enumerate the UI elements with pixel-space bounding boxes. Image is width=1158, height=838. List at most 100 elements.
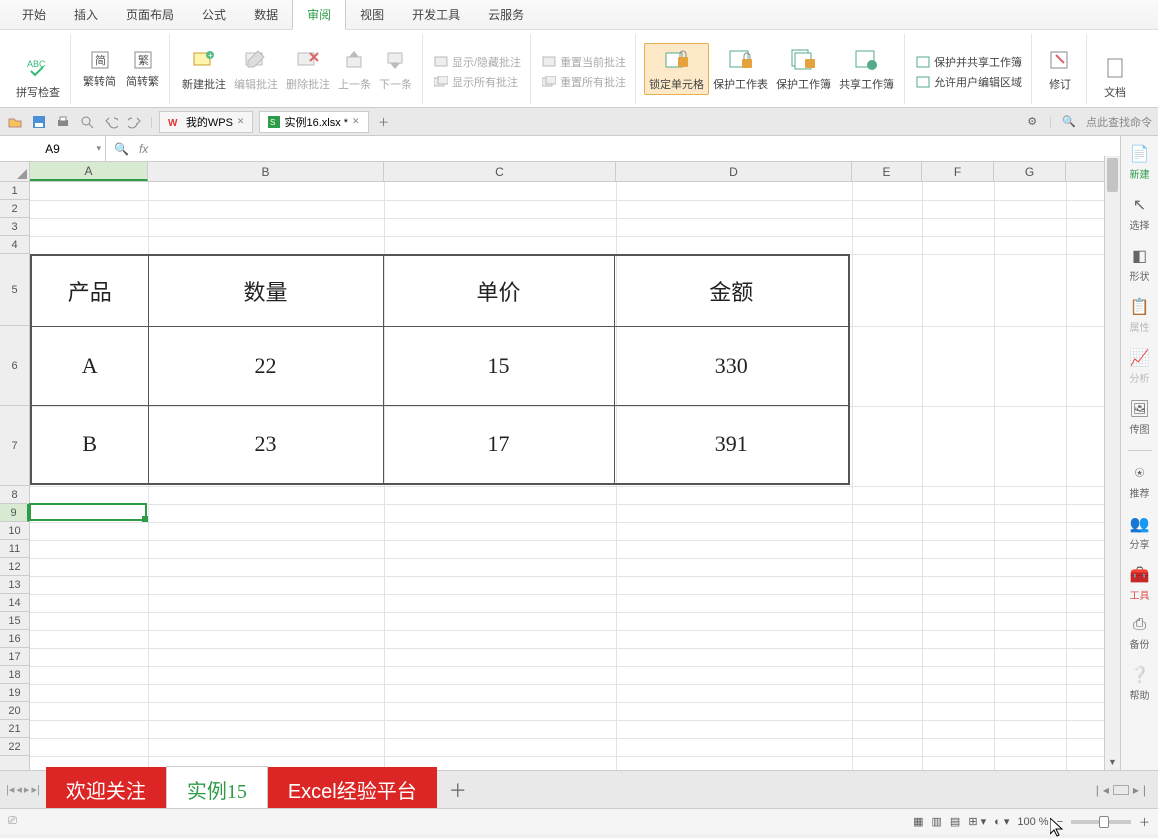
row-header-8[interactable]: 8 <box>0 486 29 504</box>
formula-input[interactable] <box>156 136 1158 161</box>
show-all-comment-button[interactable]: 显示所有批注 <box>431 73 524 91</box>
redo-icon[interactable] <box>126 113 144 131</box>
menu-formula[interactable]: 公式 <box>188 0 240 29</box>
col-header-G[interactable]: G <box>994 162 1066 181</box>
cells-area[interactable]: 产品数量单价金额A2215330B2317391 <box>30 182 1158 816</box>
menu-dev[interactable]: 开发工具 <box>398 0 474 29</box>
side-analyze[interactable]: 📈分析 <box>1130 348 1150 385</box>
row-header-21[interactable]: 21 <box>0 720 29 738</box>
col-header-C[interactable]: C <box>384 162 616 181</box>
hscroll-thumb[interactable] <box>1113 785 1129 795</box>
row-header-11[interactable]: 11 <box>0 540 29 558</box>
share-book-button[interactable]: 共享工作簿 <box>835 44 898 94</box>
row-header-18[interactable]: 18 <box>0 666 29 684</box>
side-backup[interactable]: ⎙备份 <box>1130 616 1150 651</box>
row-header-19[interactable]: 19 <box>0 684 29 702</box>
menu-cloud[interactable]: 云服务 <box>474 0 538 29</box>
close-file-icon[interactable]: ✕ <box>352 116 360 127</box>
preview-icon[interactable] <box>78 113 96 131</box>
chevron-down-icon[interactable]: ▾ <box>96 143 101 154</box>
show-hide-comment-button[interactable]: 显示/隐藏批注 <box>431 53 524 71</box>
col-header-D[interactable]: D <box>616 162 852 181</box>
protect-book-button[interactable]: 保护工作簿 <box>772 44 835 94</box>
table-cell[interactable]: 330 <box>614 326 849 405</box>
hscroll-next-icon[interactable]: ▸ <box>1133 783 1139 797</box>
next-comment-button[interactable]: 下一条 <box>375 44 416 94</box>
view-break-icon[interactable]: ▤ <box>950 815 960 828</box>
search-fx-icon[interactable]: 🔍 <box>114 142 129 156</box>
table-cell[interactable]: 22 <box>148 326 383 405</box>
fx-label[interactable]: fx <box>139 142 148 156</box>
row-header-2[interactable]: 2 <box>0 200 29 218</box>
row-header-20[interactable]: 20 <box>0 702 29 720</box>
side-tool[interactable]: 🧰工具 <box>1130 565 1150 602</box>
row-header-14[interactable]: 14 <box>0 594 29 612</box>
delete-comment-button[interactable]: 删除批注 <box>282 44 334 94</box>
protect-share-button[interactable]: 保护并共享工作簿 <box>913 53 1025 71</box>
add-sheet-icon[interactable]: ＋ <box>437 777 479 803</box>
sheet-tab-welcome[interactable]: 欢迎关注 <box>46 767 166 812</box>
allow-edit-button[interactable]: 允许用户编辑区域 <box>913 73 1025 91</box>
save-icon[interactable] <box>30 113 48 131</box>
table-header-cell[interactable]: 金额 <box>614 255 849 326</box>
lock-cell-button[interactable]: 锁定单元格 <box>644 43 709 95</box>
col-header-E[interactable]: E <box>852 162 922 181</box>
menu-start[interactable]: 开始 <box>8 0 60 29</box>
close-icon[interactable]: ✕ <box>237 116 245 127</box>
zoom-in-icon[interactable]: ＋ <box>1139 814 1150 830</box>
file-tab[interactable]: S 实例16.xlsx * ✕ <box>259 111 368 133</box>
new-comment-button[interactable]: + 新建批注 <box>178 44 230 94</box>
side-new[interactable]: 📄新建 <box>1130 144 1150 181</box>
table-cell[interactable]: 17 <box>383 405 614 484</box>
hscroll-first-icon[interactable]: | <box>1096 783 1099 797</box>
table-header-cell[interactable]: 产品 <box>31 255 148 326</box>
scroll-thumb[interactable] <box>1107 158 1118 192</box>
row-header-15[interactable]: 15 <box>0 612 29 630</box>
row-header-4[interactable]: 4 <box>0 236 29 254</box>
sheet-tab-experience[interactable]: Excel经验平台 <box>268 767 437 812</box>
zoom-slider[interactable] <box>1071 820 1131 824</box>
row-header-9[interactable]: 9 <box>0 504 29 522</box>
zoom-out-icon[interactable]: − <box>1057 816 1063 828</box>
row-header-10[interactable]: 10 <box>0 522 29 540</box>
search-hint[interactable]: 点此查找命令 <box>1086 114 1152 130</box>
mywps-tab[interactable]: W 我的WPS ✕ <box>159 111 254 133</box>
table-cell[interactable]: B <box>31 405 148 484</box>
hscroll-prev-icon[interactable]: ◂ <box>1103 783 1109 797</box>
row-header-7[interactable]: 7 <box>0 406 29 486</box>
add-tab-icon[interactable]: ＋ <box>375 113 393 131</box>
doc-button[interactable]: 文档 <box>1095 52 1135 102</box>
spellcheck-button[interactable]: ABC 拼写检查 <box>12 52 64 102</box>
row-header-5[interactable]: 5 <box>0 254 29 326</box>
table-header-cell[interactable]: 单价 <box>383 255 614 326</box>
reset-all-button[interactable]: 重置所有批注 <box>539 73 629 91</box>
side-chart[interactable]: 🖼传图 <box>1129 399 1149 436</box>
print-icon[interactable] <box>54 113 72 131</box>
row-header-17[interactable]: 17 <box>0 648 29 666</box>
track-changes-button[interactable]: 修订 <box>1040 44 1080 94</box>
side-recommend[interactable]: ⍟推荐 <box>1130 465 1150 500</box>
side-shape[interactable]: ◧形状 <box>1130 246 1150 283</box>
table-cell[interactable]: 23 <box>148 405 383 484</box>
sheet-next-icon[interactable]: ▸ <box>24 783 30 796</box>
simp-to-trad-button[interactable]: 繁 简转繁 <box>122 47 163 91</box>
data-table[interactable]: 产品数量单价金额A2215330B2317391 <box>30 254 850 485</box>
search-icon[interactable]: 🔍 <box>1060 113 1078 131</box>
menu-view[interactable]: 视图 <box>346 0 398 29</box>
vertical-scrollbar[interactable]: ▲ ▼ <box>1104 156 1120 770</box>
reset-current-button[interactable]: 重置当前批注 <box>539 53 629 71</box>
row-header-13[interactable]: 13 <box>0 576 29 594</box>
col-header-F[interactable]: F <box>922 162 994 181</box>
name-box[interactable]: A9 ▾ <box>0 136 106 161</box>
menu-layout[interactable]: 页面布局 <box>112 0 188 29</box>
trad-to-simp-button[interactable]: 简 繁转简 <box>79 47 120 91</box>
protect-sheet-button[interactable]: 保护工作表 <box>709 44 772 94</box>
record-icon[interactable]: ⎚ <box>8 815 17 828</box>
row-header-1[interactable]: 1 <box>0 182 29 200</box>
select-all-corner[interactable] <box>0 162 30 182</box>
sheet-prev-icon[interactable]: ◂ <box>16 783 22 796</box>
menu-review[interactable]: 审阅 <box>292 0 346 30</box>
table-cell[interactable]: 15 <box>383 326 614 405</box>
settings-icon[interactable]: ⚙ <box>1023 113 1041 131</box>
table-cell[interactable]: A <box>31 326 148 405</box>
